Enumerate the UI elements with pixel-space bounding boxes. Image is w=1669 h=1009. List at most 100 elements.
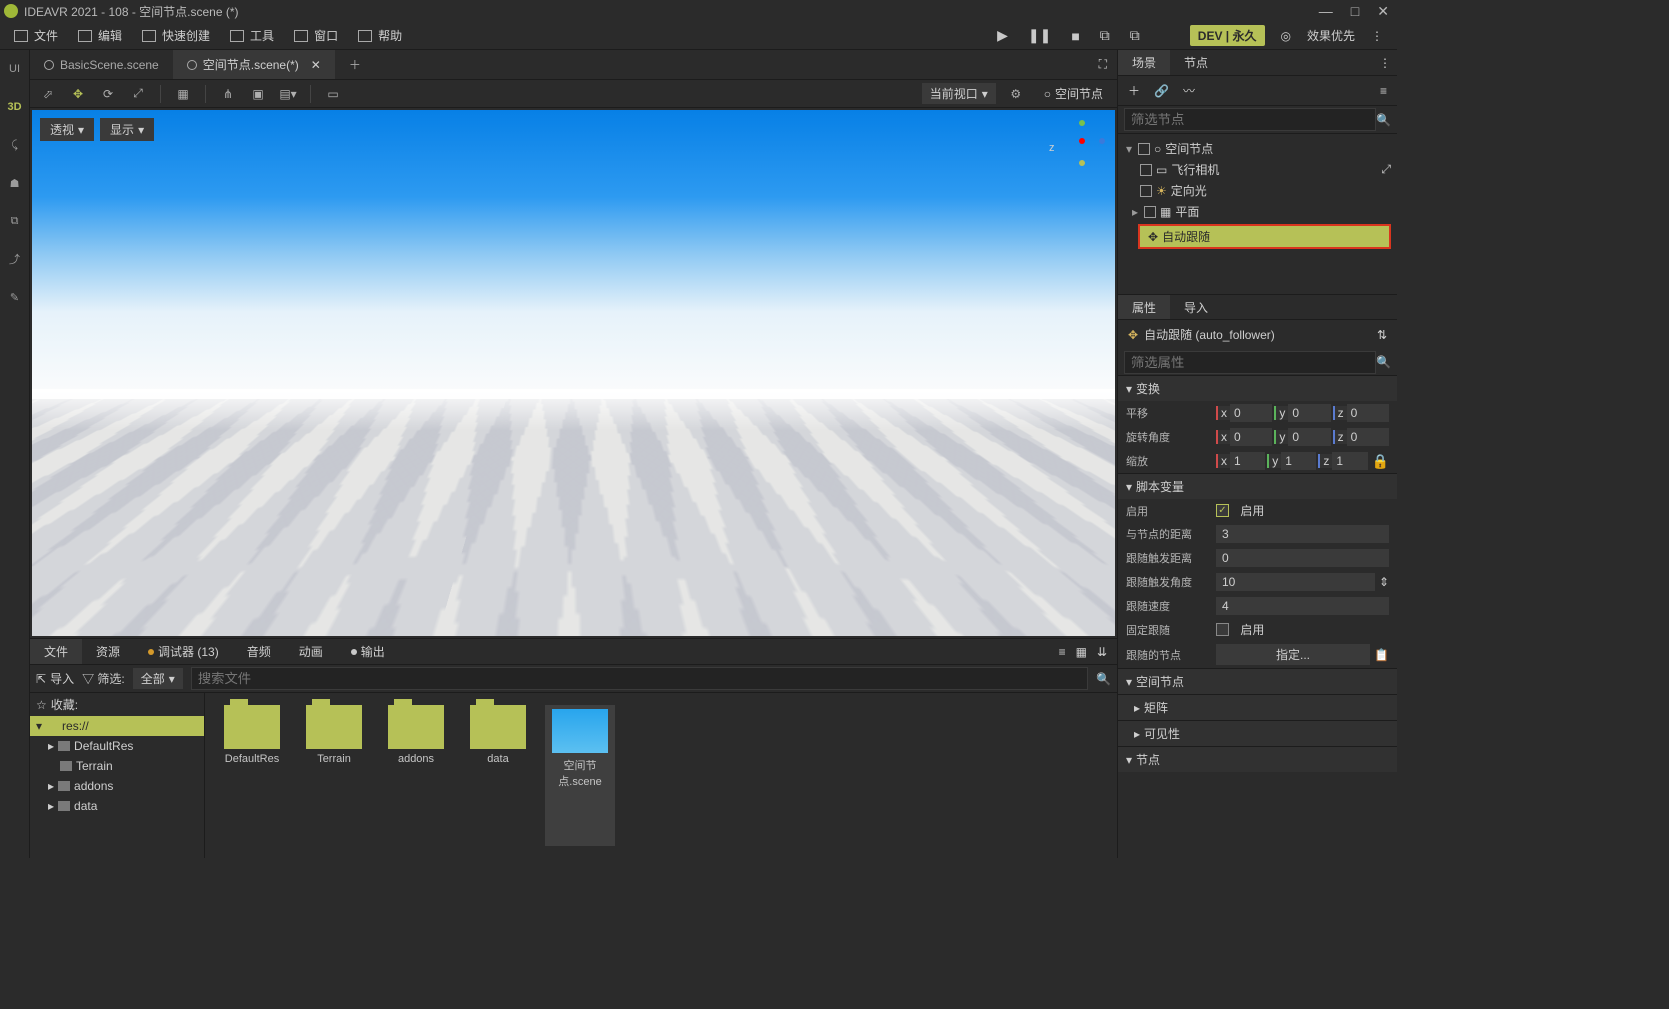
scene-filter-input[interactable]	[1124, 108, 1376, 131]
trigger-angle-input[interactable]: 10	[1216, 573, 1375, 591]
section-matrix[interactable]: ▸ 矩阵	[1118, 694, 1397, 720]
assign-button[interactable]: 指定...	[1216, 644, 1370, 665]
play-button[interactable]: ▶	[997, 27, 1008, 44]
folder-defaultres[interactable]: DefaultRes	[217, 705, 287, 846]
lock-icon[interactable]: 🔒	[1372, 453, 1389, 470]
gear-icon[interactable]: ⚙	[1004, 83, 1028, 105]
rail-export-icon[interactable]: ⤴	[4, 248, 26, 270]
stepper-icon[interactable]: ⇕	[1379, 575, 1389, 589]
grid-tool[interactable]: ▤▾	[276, 83, 300, 105]
menu-icon[interactable]: ≡	[1380, 84, 1387, 98]
record-b-button[interactable]: ⧉	[1130, 27, 1140, 44]
display-dropdown[interactable]: 显示▾	[100, 118, 154, 141]
section-spatial[interactable]: ▾ 空间节点	[1118, 668, 1397, 694]
wave-icon[interactable]: 〰	[1183, 82, 1195, 99]
menu-file[interactable]: 文件	[4, 22, 68, 49]
stop-button[interactable]: ■	[1071, 28, 1079, 44]
pause-button[interactable]: ❚❚	[1028, 27, 1051, 44]
folder-data[interactable]: data	[463, 705, 533, 846]
move-tool[interactable]: ✥	[66, 83, 90, 105]
snap-tool[interactable]: ▦	[171, 83, 195, 105]
node-auto-follower[interactable]: ✥自动跟随	[1138, 224, 1391, 249]
btab-anim[interactable]: 动画	[285, 639, 337, 664]
viewport-selector[interactable]: 当前视口▾	[922, 83, 996, 104]
rtab-node[interactable]: 节点	[1170, 50, 1222, 75]
link-icon[interactable]: 🔗	[1154, 84, 1169, 98]
enable-checkbox[interactable]	[1216, 504, 1229, 517]
minimize-button[interactable]: —	[1319, 3, 1333, 20]
list-view-icon[interactable]: ≡	[1059, 645, 1066, 659]
folder-addons[interactable]: addons	[381, 705, 451, 846]
btab-file[interactable]: 文件	[30, 639, 82, 664]
trigger-dist-input[interactable]: 0	[1216, 549, 1389, 567]
menu-tools[interactable]: 工具	[220, 22, 284, 49]
section-script-vars[interactable]: ▾ 脚本变量	[1118, 473, 1397, 499]
section-transform[interactable]: ▾ 变换	[1118, 375, 1397, 401]
file-search-input[interactable]	[191, 667, 1088, 690]
render-mode[interactable]: 效果优先	[1307, 27, 1355, 44]
fixed-checkbox[interactable]	[1216, 623, 1229, 636]
file-scene[interactable]: 空间节点.scene	[545, 705, 615, 846]
scale-y[interactable]: 1	[1281, 452, 1316, 470]
rotate-x[interactable]: 0	[1230, 428, 1272, 446]
distance-input[interactable]: 3	[1216, 525, 1389, 543]
translate-y[interactable]: 0	[1288, 404, 1330, 422]
rotate-z[interactable]: 0	[1347, 428, 1389, 446]
close-icon[interactable]: ✕	[311, 58, 321, 72]
grid-view-icon[interactable]: ▦	[1076, 645, 1087, 659]
btab-debugger[interactable]: 调试器 (13)	[134, 639, 233, 664]
ptab-props[interactable]: 属性	[1118, 295, 1170, 319]
filter-all[interactable]: 全部 ▾	[133, 668, 183, 689]
rail-store-icon[interactable]: ☗	[4, 172, 26, 194]
rail-panel-icon[interactable]: ⧉	[4, 210, 26, 232]
rtab-more-icon[interactable]: ⋮	[1373, 50, 1397, 75]
menu-window[interactable]: 窗口	[284, 22, 348, 49]
rail-note-icon[interactable]: ✎	[4, 286, 26, 308]
close-button[interactable]: ✕	[1377, 3, 1389, 20]
rotate-y[interactable]: 0	[1288, 428, 1330, 446]
picker-icon[interactable]: 📋	[1374, 648, 1389, 662]
rotate-tool[interactable]: ⟳	[96, 83, 120, 105]
local-tool[interactable]: ▣	[246, 83, 270, 105]
menu-edit[interactable]: 编辑	[68, 22, 132, 49]
viewport[interactable]: 透视▾ 显示▾ z	[30, 108, 1117, 638]
fullscreen-icon[interactable]: ⛶	[1089, 57, 1117, 72]
collapse-icon[interactable]: ⇊	[1097, 645, 1107, 659]
follow-speed-input[interactable]: 4	[1216, 597, 1389, 615]
ptab-import[interactable]: 导入	[1170, 295, 1222, 319]
scene-tab-basic[interactable]: BasicScene.scene	[30, 50, 173, 79]
record-a-button[interactable]: ⧉	[1100, 27, 1110, 44]
btab-audio[interactable]: 音频	[233, 639, 285, 664]
camera-tool[interactable]: ▭	[321, 83, 345, 105]
translate-z[interactable]: 0	[1347, 404, 1389, 422]
btab-resource[interactable]: 资源	[82, 639, 134, 664]
maximize-button[interactable]: □	[1351, 3, 1359, 20]
search-icon[interactable]: 🔍	[1096, 672, 1111, 686]
root-node-chip[interactable]: ○空间节点	[1036, 83, 1111, 104]
add-tab-button[interactable]: ＋	[335, 56, 375, 73]
rail-ui[interactable]: UI	[4, 58, 26, 80]
rtab-scene[interactable]: 场景	[1118, 50, 1170, 75]
menu-quick-create[interactable]: 快速创建	[132, 22, 220, 49]
prop-settings-icon[interactable]: ⇅	[1377, 328, 1387, 342]
section-node[interactable]: ▾ 节点	[1118, 746, 1397, 772]
scale-z[interactable]: 1	[1332, 452, 1367, 470]
menu-help[interactable]: 帮助	[348, 22, 412, 49]
select-tool[interactable]: ⬀	[36, 83, 60, 105]
menu-more-icon[interactable]: ⋮	[1371, 29, 1383, 43]
add-node-icon[interactable]: ＋	[1128, 82, 1140, 99]
grad-icon[interactable]: ◎	[1281, 29, 1291, 43]
rail-curve-icon[interactable]: ⤹	[4, 134, 26, 156]
rail-3d[interactable]: 3D	[4, 96, 26, 118]
btab-output[interactable]: 输出	[337, 639, 399, 664]
orientation-gizmo[interactable]: z	[1049, 116, 1109, 176]
scale-tool[interactable]: ⤢	[126, 83, 150, 105]
section-visibility[interactable]: ▸ 可见性	[1118, 720, 1397, 746]
scale-x[interactable]: 1	[1230, 452, 1265, 470]
scene-tab-spatial[interactable]: 空间节点.scene(*)✕	[173, 50, 335, 79]
search-icon[interactable]: 🔍	[1376, 113, 1391, 127]
folder-terrain[interactable]: Terrain	[299, 705, 369, 846]
search-icon[interactable]: 🔍	[1376, 355, 1391, 369]
file-tree[interactable]: ☆收藏: ▾res:// ▸DefaultRes Terrain ▸addons…	[30, 693, 205, 858]
import-button[interactable]: ⇱ 导入	[36, 670, 74, 687]
